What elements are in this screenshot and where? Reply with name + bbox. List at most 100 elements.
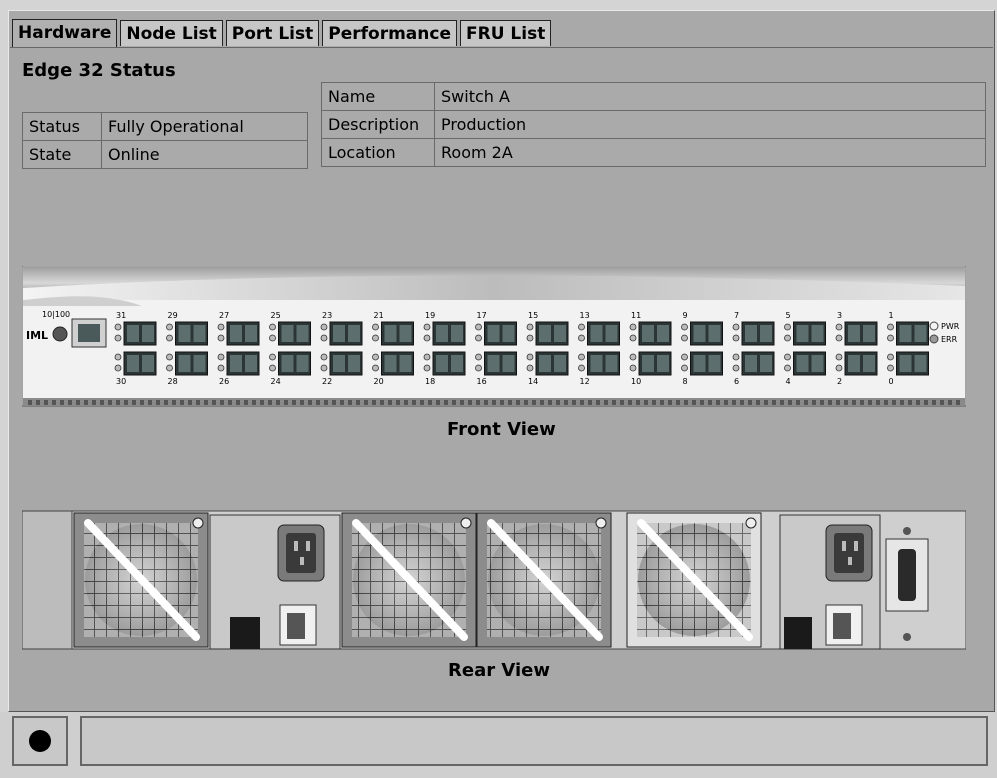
- vent-slot: [588, 400, 592, 405]
- vent-slot: [372, 400, 376, 405]
- port-slot: [178, 355, 191, 372]
- vent-slot: [412, 400, 416, 405]
- port-slot: [384, 325, 397, 342]
- power-supply-2[interactable]: [779, 514, 881, 650]
- port-led: [629, 353, 637, 361]
- vent-slot: [668, 400, 672, 405]
- status-value: Fully Operational: [101, 112, 308, 141]
- port-number-bottom: 12: [580, 377, 590, 386]
- rear-left-bracket: [22, 510, 73, 650]
- tab-hardware[interactable]: Hardware: [12, 19, 118, 47]
- vent-slot: [244, 400, 248, 405]
- port-led: [835, 323, 843, 331]
- vent-slot: [508, 400, 512, 405]
- vent-slot: [612, 400, 616, 405]
- power-supply-1[interactable]: [209, 514, 341, 650]
- port-slot: [708, 355, 721, 372]
- vent-slot: [220, 400, 224, 405]
- port-slot: [605, 325, 618, 342]
- port-slot: [245, 325, 257, 342]
- port-slot: [399, 355, 412, 372]
- port-led: [681, 353, 688, 361]
- vent-slot: [652, 400, 656, 405]
- tab-fru-list[interactable]: FRU List: [460, 20, 552, 46]
- fan-module[interactable]: [73, 512, 209, 648]
- tab-node-list[interactable]: Node List: [120, 20, 223, 46]
- status-row: Status Fully Operational: [22, 112, 308, 141]
- iml-button[interactable]: [52, 326, 68, 342]
- vent-slot: [572, 400, 576, 405]
- vent-slot: [268, 400, 272, 405]
- vent-slot: [28, 400, 32, 405]
- port-number-bottom: 2: [837, 377, 842, 386]
- port-number-top: 15: [528, 311, 538, 320]
- port-slot: [502, 355, 515, 372]
- vent-slot: [364, 400, 368, 405]
- vent-slot: [772, 400, 776, 405]
- name-key: Name: [321, 82, 435, 111]
- port-slot: [348, 355, 360, 372]
- port-slot: [708, 325, 721, 342]
- pwr-label: PWR: [941, 322, 960, 331]
- port-slot: [811, 355, 824, 372]
- port-led: [629, 364, 637, 372]
- switch-rear-view[interactable]: [22, 509, 966, 651]
- port-slot: [348, 325, 360, 342]
- port-slot: [863, 325, 875, 342]
- vent-slot: [156, 400, 160, 405]
- vent-slot: [788, 400, 792, 405]
- port-slot: [899, 355, 912, 372]
- vent-slot: [284, 400, 288, 405]
- port-slot: [193, 355, 206, 372]
- port-number-top: 1: [889, 311, 894, 320]
- vent-slot: [692, 400, 696, 405]
- port-led: [578, 323, 585, 331]
- vent-slot: [500, 400, 504, 405]
- name-value: Switch A: [434, 82, 986, 111]
- port-number-top: 3: [837, 311, 842, 320]
- port-led: [629, 323, 637, 331]
- port-led: [578, 364, 585, 372]
- port-led: [475, 353, 482, 361]
- port-number-top: 9: [683, 311, 688, 320]
- port-number-bottom: 26: [219, 377, 229, 386]
- tab-port-list[interactable]: Port List: [225, 20, 320, 46]
- vent-slot: [828, 400, 832, 405]
- port-number-bottom: 4: [786, 377, 791, 386]
- vent-slot: [884, 400, 888, 405]
- vent-slot: [780, 400, 784, 405]
- fan-module[interactable]: [341, 512, 477, 648]
- port-led: [423, 334, 431, 342]
- vent-slot: [764, 400, 768, 405]
- fan-screw: [192, 517, 204, 529]
- port-slot: [796, 355, 809, 372]
- vent-slot: [876, 400, 880, 405]
- port-led: [784, 364, 791, 372]
- port-led: [887, 364, 894, 372]
- port-slot: [399, 325, 412, 342]
- fan-module[interactable]: [476, 512, 612, 648]
- port-led: [475, 334, 482, 342]
- vent-slot: [580, 400, 584, 405]
- tab-performance[interactable]: Performance: [322, 20, 457, 46]
- vent-slot: [756, 400, 760, 405]
- port-slot: [178, 325, 191, 342]
- switch-front-view[interactable]: 3130292827262524232221201918171615141312…: [22, 266, 966, 408]
- port-slot: [487, 355, 500, 372]
- description-value: Production: [434, 110, 986, 139]
- port-led: [114, 323, 122, 331]
- vent-slot: [396, 400, 400, 405]
- state-value: Online: [101, 140, 308, 169]
- port-slot: [554, 355, 566, 372]
- port-led: [475, 364, 482, 372]
- fan-screw: [460, 517, 472, 529]
- port-led: [372, 323, 379, 331]
- description-row: Description Production: [321, 110, 986, 139]
- port-number-bottom: 30: [116, 377, 126, 386]
- port-number-top: 17: [477, 311, 487, 320]
- vent-slot: [388, 400, 392, 405]
- fan-module[interactable]: [626, 512, 762, 648]
- vent-slot: [732, 400, 736, 405]
- port-slot: [554, 325, 566, 342]
- port-led: [217, 334, 225, 342]
